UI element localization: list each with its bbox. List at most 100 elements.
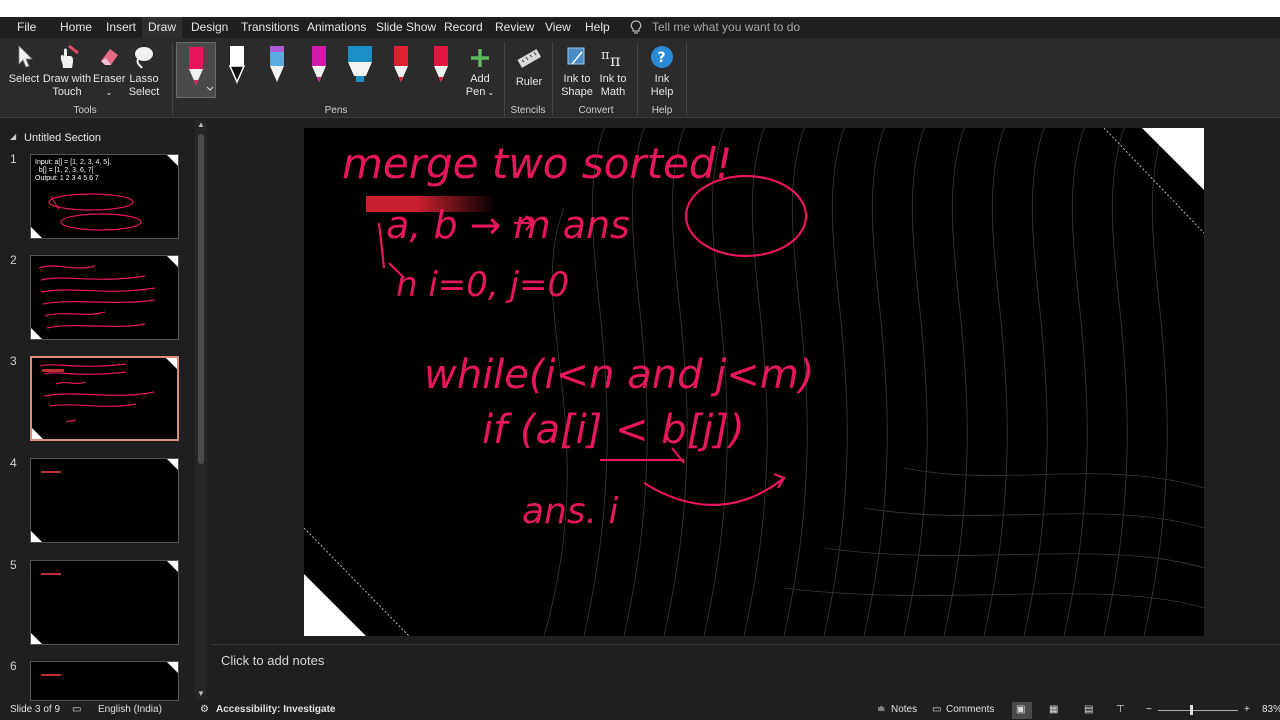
thumb-ink <box>48 193 142 231</box>
zoom-in-icon[interactable]: + <box>1244 704 1250 715</box>
thumb-ink <box>39 363 155 423</box>
corner-triangle <box>31 328 42 339</box>
pen-magenta-icon[interactable] <box>306 44 332 88</box>
lasso-select-button[interactable]: Lasso Select <box>126 44 162 99</box>
tab-view[interactable]: View <box>539 17 577 38</box>
slide-thumbnail-4[interactable] <box>30 458 179 543</box>
eraser-chevron-icon[interactable]: ⌄ <box>93 86 125 99</box>
comments-icon: ▭ <box>932 704 942 715</box>
ruler-button[interactable]: Ruler <box>511 46 547 89</box>
slide-number: 4 <box>10 456 17 470</box>
scroll-up-icon[interactable]: ▲ <box>197 120 205 129</box>
draw-with-touch-button[interactable]: Draw with Touch <box>42 44 92 99</box>
lightbulb-icon <box>630 20 642 34</box>
ink-help-label-1: Ink <box>654 73 670 85</box>
section-title[interactable]: Untitled Section <box>24 132 101 144</box>
pen-red-galaxy-icon[interactable] <box>428 44 454 88</box>
thumb-red-bar <box>41 471 61 473</box>
tab-transitions[interactable]: Transitions <box>235 17 305 38</box>
ink-line-5: if (a[i] < b[j]) <box>482 407 745 453</box>
pen-pink-icon <box>189 47 214 91</box>
ink-annotations: merge two sorted! a, b → m ans n i=0, j=… <box>342 139 814 532</box>
slideshow-icon[interactable]: ⊤ <box>1116 704 1125 715</box>
corner-triangle <box>31 227 42 238</box>
collapse-triangle-icon[interactable]: ◢ <box>10 132 16 141</box>
separator <box>686 42 687 116</box>
accessibility-status[interactable]: Accessibility: Investigate <box>216 704 336 715</box>
lasso-icon <box>135 47 153 69</box>
ink-to-shape-icon <box>567 47 585 65</box>
separator <box>637 42 638 116</box>
eraser-button[interactable]: Eraser ⌄ <box>93 44 125 99</box>
slide-number: 2 <box>10 253 17 267</box>
ruler-label: Ruler <box>515 76 543 88</box>
pen-red-icon[interactable] <box>388 44 414 88</box>
menu-bar: File Home Insert Draw Design Transitions… <box>0 17 1280 38</box>
slide-thumbnail-2[interactable] <box>30 255 179 340</box>
tell-me-search[interactable]: Tell me what you want to do <box>652 17 800 38</box>
thumbnail-scrollbar[interactable]: ▲ ▼ <box>195 120 207 700</box>
pen-blue-galaxy-icon[interactable] <box>264 44 290 88</box>
tab-review[interactable]: Review <box>489 17 540 38</box>
scroll-down-icon[interactable]: ▼ <box>197 689 205 698</box>
slide-canvas[interactable]: merge two sorted! a, b → m ans n i=0, j=… <box>304 128 1204 636</box>
slide-thumbnail-5[interactable] <box>30 560 179 645</box>
ink-line-1: merge two sorted! <box>342 139 732 188</box>
ink-help-button[interactable]: ? Ink Help <box>644 44 680 99</box>
ink-help-label-2: Help <box>650 86 674 98</box>
tab-design[interactable]: Design <box>185 17 234 38</box>
zoom-out-icon[interactable]: − <box>1146 704 1152 715</box>
tab-record[interactable]: Record <box>438 17 489 38</box>
scrollbar-thumb[interactable] <box>198 134 204 464</box>
zoom-slider-thumb[interactable] <box>1190 705 1193 715</box>
spell-check-icon[interactable]: ▭ <box>72 704 81 715</box>
tab-slide-show[interactable]: Slide Show <box>370 17 442 38</box>
eraser-icon <box>101 49 118 65</box>
draw-touch-label-2: Touch <box>52 86 82 98</box>
accessibility-icon: ⚙ <box>200 704 209 715</box>
svg-text:π: π <box>601 48 610 63</box>
pen-white-icon[interactable] <box>224 44 250 88</box>
reading-view-icon[interactable]: ▤ <box>1084 704 1093 715</box>
tab-help[interactable]: Help <box>579 17 616 38</box>
tab-animations[interactable]: Animations <box>301 17 372 38</box>
corner-triangle <box>31 633 42 644</box>
svg-text:π: π <box>610 51 621 70</box>
corner-triangle <box>31 531 42 542</box>
tab-file[interactable]: File <box>11 17 42 38</box>
slide-thumbnail-6[interactable] <box>30 661 179 701</box>
highlighter-blue-icon[interactable] <box>344 44 376 88</box>
ink-line-2: a, b → m ans <box>386 203 630 247</box>
pen-1-selected[interactable] <box>176 42 216 98</box>
notes-pane[interactable]: Click to add notes <box>212 644 1280 701</box>
tab-home[interactable]: Home <box>54 17 98 38</box>
corner-triangle <box>32 428 43 439</box>
add-pen-button[interactable]: Add Pen ⌄ <box>462 46 498 99</box>
ink-to-math-label-1: Ink to <box>599 73 627 85</box>
corner-triangle <box>167 256 178 267</box>
title-bar <box>0 0 1280 17</box>
ink-to-shape-button[interactable]: Ink to Shape <box>559 44 595 99</box>
draw-touch-label-1: Draw with <box>42 73 92 85</box>
separator <box>504 42 505 116</box>
slide-sorter-icon[interactable]: ▦ <box>1049 704 1058 715</box>
eraser-label: Eraser <box>93 73 126 85</box>
slide-thumbnail-1[interactable]: Input: a[] = [1, 2, 3, 4, 5], b[] = [1, … <box>30 154 179 239</box>
tab-draw[interactable]: Draw <box>142 17 183 38</box>
select-button[interactable]: Select <box>6 44 42 86</box>
notes-placeholder[interactable]: Click to add notes <box>221 653 324 668</box>
lasso-label-1: Lasso <box>129 73 159 85</box>
language-indicator[interactable]: English (India) <box>98 704 162 715</box>
ink-line-6: ans. i <box>522 491 619 532</box>
comments-button[interactable]: Comments <box>946 704 994 715</box>
slide-thumbnail-3[interactable] <box>30 356 179 441</box>
zoom-level[interactable]: 83% <box>1262 704 1280 715</box>
tab-insert[interactable]: Insert <box>100 17 142 38</box>
ink-to-math-button[interactable]: π π Ink to Math <box>595 44 631 99</box>
normal-view-icon: ▣ <box>1016 704 1026 715</box>
zoom-slider[interactable] <box>1158 710 1238 711</box>
tools-group-label: Tools <box>73 105 97 116</box>
notes-button[interactable]: Notes <box>891 704 917 715</box>
stencils-group-label: Stencils <box>510 105 546 116</box>
pens-group-label: Pens <box>324 105 348 116</box>
